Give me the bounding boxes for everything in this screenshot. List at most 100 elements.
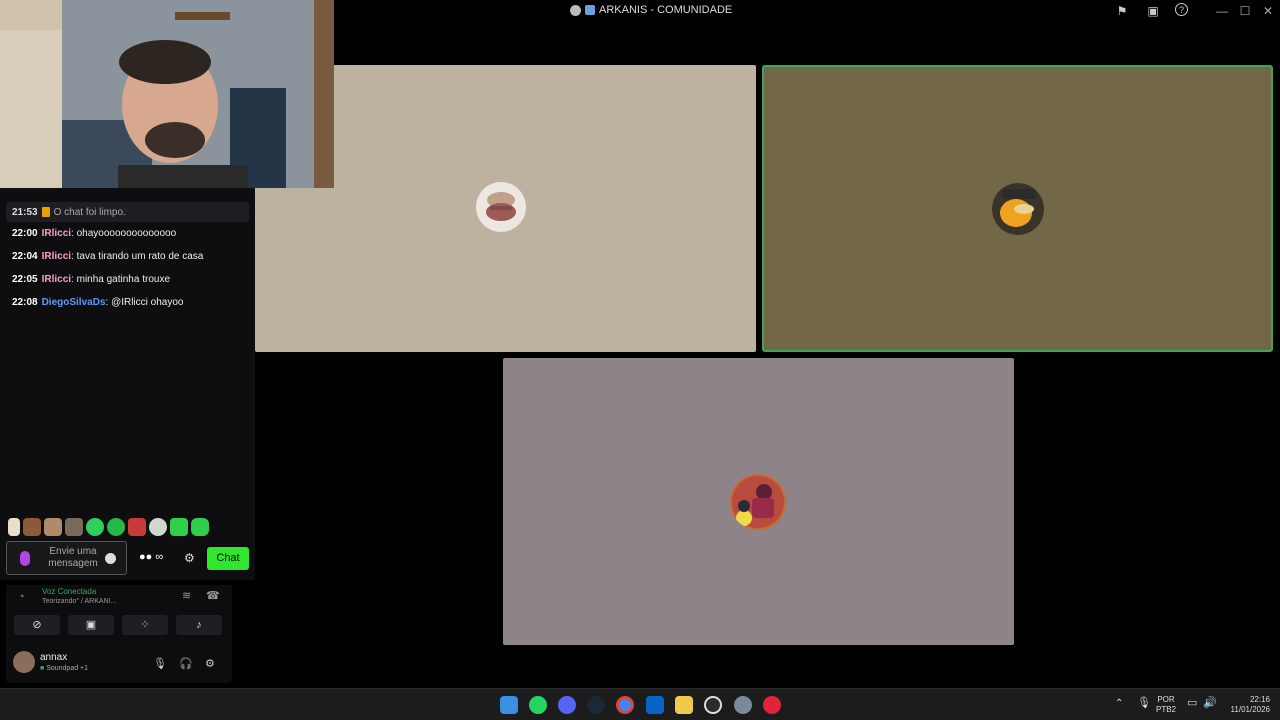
noise-suppression-icon[interactable]: ≋ <box>182 589 191 602</box>
steam-icon[interactable] <box>587 696 605 714</box>
tray-chevron-icon[interactable]: ⌃ <box>1115 699 1123 709</box>
points-value: ∞ <box>155 551 164 563</box>
chat-message: 22:05 IRlicci: minha gatinha trouxe <box>12 274 171 285</box>
minimize-button[interactable]: — <box>1212 3 1232 19</box>
game-icon: ■ <box>40 665 45 672</box>
message-text: tava tirando um rato de casa <box>76 251 204 262</box>
message-user[interactable]: IRlicci <box>42 274 71 285</box>
inbox-icon[interactable]: ▣ <box>1145 3 1161 19</box>
chat-send-button[interactable]: Chat <box>207 547 249 570</box>
user-activity: ■ Soundpad +1 <box>40 665 88 672</box>
chat-input[interactable]: Envie uma mensagem <box>6 541 127 575</box>
emote-icon[interactable] <box>128 518 146 536</box>
participant-avatar <box>992 183 1044 235</box>
message-text: ohayoooooooooooooo <box>76 228 177 239</box>
chat-settings-icon[interactable]: ⚙ <box>184 551 195 565</box>
mic-icon[interactable] <box>20 551 30 566</box>
emote-icon[interactable] <box>170 518 188 536</box>
chat-message: 22:00 IRlicci: ohayoooooooooooooo <box>12 228 177 239</box>
whatsapp-icon[interactable] <box>529 696 547 714</box>
emote-icon[interactable] <box>86 518 104 536</box>
channel-points[interactable]: ●● ∞ <box>139 551 163 563</box>
headphones-icon[interactable]: 🎧 <box>179 657 193 670</box>
message-text: minha gatinha trouxe <box>76 274 171 285</box>
participant-avatar <box>730 474 786 530</box>
participant-avatar <box>476 182 526 232</box>
message-time: 22:05 <box>12 274 38 285</box>
obs-icon[interactable] <box>704 696 722 714</box>
mic-icon[interactable]: 🎙 <box>153 657 167 670</box>
window-title-text: ARKANIS - COMUNIDADE <box>599 4 733 16</box>
clock[interactable]: 22:16 11/01/2026 <box>1224 695 1270 715</box>
window-title: ARKANIS - COMUNIDADE <box>570 4 732 16</box>
emote-icon[interactable] <box>8 518 20 536</box>
emote-icon[interactable] <box>149 518 167 536</box>
clock-time: 22:16 <box>1249 695 1270 704</box>
screen-share-button[interactable]: ▣ <box>68 615 114 635</box>
chat-message: 22:04 IRlicci: tava tirando um rato de ca… <box>12 251 204 262</box>
language-bottom: PTB2 <box>1156 705 1177 714</box>
chrome-icon[interactable] <box>616 696 634 714</box>
emote-icon[interactable] <box>107 518 125 536</box>
video-tile-2[interactable] <box>762 65 1273 352</box>
avatar[interactable] <box>13 651 35 673</box>
chat-panel: 21:53 O chat foi limpo. 22:00 IRlicci: oh… <box>0 188 255 580</box>
video-tile-3[interactable] <box>503 358 1014 645</box>
camera-off-icon: ⊘ <box>32 619 42 631</box>
disconnect-icon[interactable]: ☎ <box>206 589 220 602</box>
message-user[interactable]: IRlicci <box>42 228 71 239</box>
discord-voice-panel: ◔ Voz Conectada Teorizando° / ARKANI... … <box>6 585 232 683</box>
close-button[interactable]: ✕ <box>1258 3 1278 19</box>
user-name: annax <box>40 652 68 663</box>
maximize-button[interactable]: ☐ <box>1235 3 1255 19</box>
message-text: @IRlicci ohayoo <box>111 297 184 308</box>
activities-icon: ⁘ <box>140 619 150 631</box>
network-icon[interactable]: ▭ <box>1187 698 1197 709</box>
language-indicator[interactable]: POR PTB2 <box>1156 695 1176 715</box>
chat-input-row: Envie uma mensagem ●● ∞ ⚙ Chat <box>6 541 250 575</box>
tray-mic-icon[interactable]: 🎙 <box>1137 698 1151 709</box>
file-explorer-icon[interactable] <box>675 696 693 714</box>
chat-cleared-notice: 21:53 O chat foi limpo. <box>6 202 249 222</box>
emote-icon[interactable] <box>23 518 41 536</box>
taskbar: ⌃ 🎙 POR PTB2 ▭ 🔊 22:16 11/01/2026 <box>0 688 1280 720</box>
emote-icon[interactable] <box>191 518 209 536</box>
user-settings-icon[interactable]: ⚙ <box>205 657 215 670</box>
screen-share-icon: ▣ <box>85 619 97 631</box>
emote-icon[interactable] <box>65 518 83 536</box>
message-user[interactable]: DiegoSilvaDs <box>42 297 106 308</box>
video-off-button[interactable]: ⊘ <box>14 615 60 635</box>
chat-message: 22:08 DiegoSilvaDs: @IRlicci ohayoo <box>12 297 184 308</box>
app-globe-icon <box>570 4 581 16</box>
flag-icon[interactable]: ⚑ <box>1114 3 1130 19</box>
activities-button[interactable]: ⁘ <box>122 615 168 635</box>
language-top: POR <box>1157 695 1175 704</box>
notice-text: O chat foi limpo. <box>53 206 126 218</box>
points-icon: ●● <box>139 551 153 563</box>
notice-time: 21:53 <box>12 206 38 218</box>
mail-icon[interactable] <box>646 696 664 714</box>
settings-icon[interactable] <box>734 696 752 714</box>
discord-icon[interactable] <box>558 696 576 714</box>
chat-placeholder: Envie uma mensagem <box>48 546 98 569</box>
emote-bar <box>8 518 209 536</box>
user-activity-text: Soundpad +1 <box>46 665 89 672</box>
soundboard-icon: ♪ <box>196 619 202 631</box>
volume-icon[interactable]: 🔊 <box>1203 698 1217 709</box>
windows-start-icon[interactable] <box>500 696 518 714</box>
voice-channel[interactable]: Teorizando° / ARKANI... <box>42 598 116 605</box>
signal-icon: ◔ <box>18 591 25 603</box>
emoji-icon[interactable] <box>105 553 116 564</box>
soundboard-button[interactable]: ♪ <box>176 615 222 635</box>
help-icon[interactable]: ? <box>1175 3 1188 16</box>
webcam-image <box>0 0 334 188</box>
emote-icon[interactable] <box>44 518 62 536</box>
message-user[interactable]: IRlicci <box>42 251 71 262</box>
message-time: 22:08 <box>12 297 38 308</box>
voice-status: Voz Conectada <box>42 587 97 596</box>
trash-icon <box>41 207 50 217</box>
message-time: 22:00 <box>12 228 38 239</box>
message-time: 22:04 <box>12 251 38 262</box>
youtube-icon[interactable] <box>763 696 781 714</box>
server-icon <box>585 5 595 15</box>
